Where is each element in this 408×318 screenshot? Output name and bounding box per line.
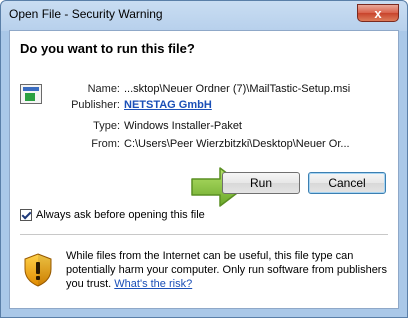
window-title: Open File - Security Warning [9,7,163,21]
from-label: From: [91,138,120,150]
run-button-label: Run [249,176,272,190]
whats-the-risk-link[interactable]: What's the risk? [114,278,192,290]
title-bar[interactable]: Open File - Security Warning x [1,1,407,29]
type-label: Type: [93,120,120,132]
security-warning-window: Open File - Security Warning x Do you wa… [0,0,408,318]
shield-warning-icon [24,253,52,287]
always-ask-option[interactable]: Always ask before opening this file [20,209,205,221]
run-button[interactable]: Run [222,172,300,194]
close-icon: x [374,5,382,21]
dialog-body: Do you want to run this file? Name: ...s… [9,30,399,309]
type-value: Windows Installer-Paket [124,120,242,132]
warning-message: While files from the Internet can be use… [66,249,391,291]
cancel-button-label: Cancel [328,176,366,190]
dialog-question: Do you want to run this file? [20,41,195,56]
from-value: C:\Users\Peer Wierzbitzki\Desktop\Neuer … [124,138,350,150]
always-ask-label: Always ask before opening this file [36,209,205,221]
always-ask-checkbox[interactable] [20,209,32,221]
name-value: ...sktop\Neuer Ordner (7)\MailTastic-Set… [124,83,351,95]
name-label: Name: [87,83,120,95]
cancel-button[interactable]: Cancel [308,172,386,194]
publisher-label: Publisher: [71,99,120,111]
publisher-link[interactable]: NETSTAG GmbH [124,99,212,111]
divider [20,234,388,235]
close-button[interactable]: x [357,4,399,22]
